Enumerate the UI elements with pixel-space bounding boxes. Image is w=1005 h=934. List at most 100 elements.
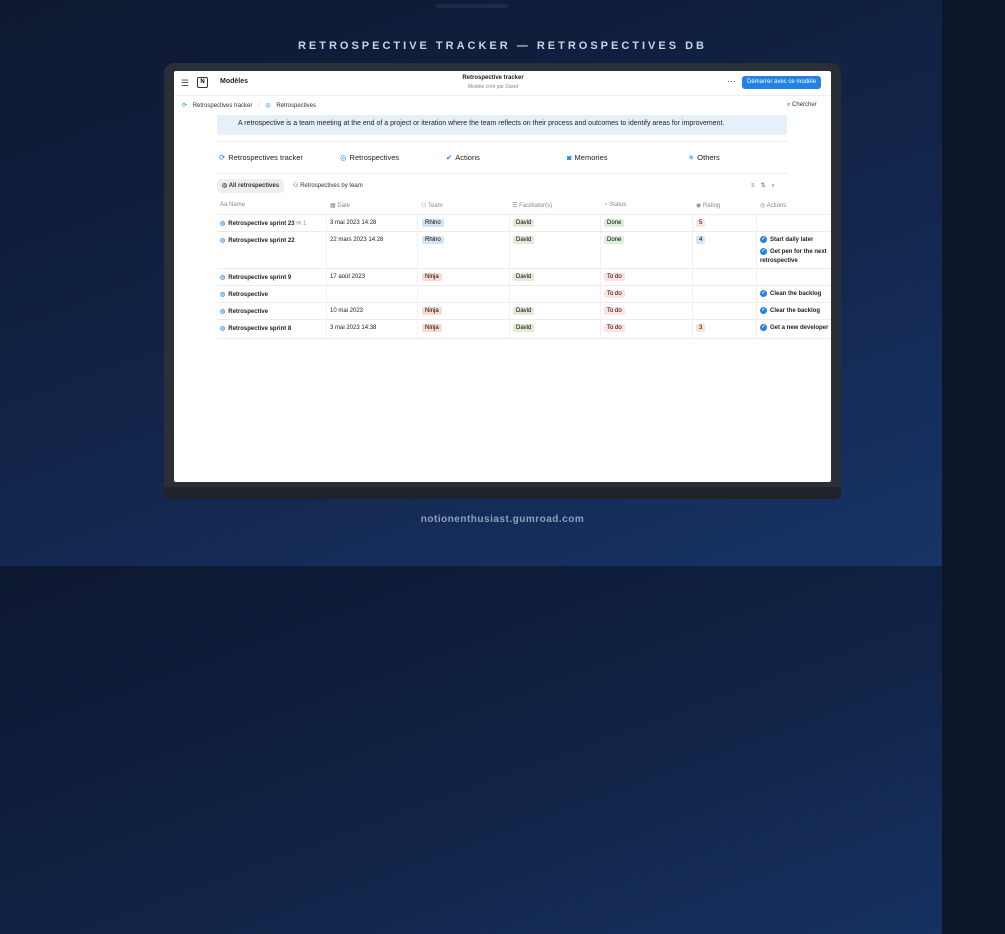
- calendar-icon: ▦: [330, 203, 336, 209]
- start-template-button[interactable]: Démarrer avec ce modèle: [742, 76, 822, 89]
- row-date: 17 août 2023: [330, 274, 366, 280]
- row-date: 3 mai 2023 14:38: [330, 325, 377, 331]
- retro-icon: ◎: [340, 153, 347, 162]
- row-name[interactable]: ◎ Retrospective sprint 22: [220, 237, 295, 244]
- footer-url: notionenthusiast.gumroad.com: [420, 514, 585, 525]
- models-link[interactable]: Modèles: [220, 78, 248, 85]
- relation-icon: ◎: [760, 203, 766, 209]
- nav-memories[interactable]: ◙ Memories: [567, 153, 607, 162]
- team-icon: ⚇: [421, 203, 427, 209]
- filter-icon[interactable]: ≡: [751, 183, 761, 189]
- comment-count: ✉ 1: [296, 221, 307, 227]
- callout: A retrospective is a team meeting at the…: [217, 115, 787, 135]
- col-name[interactable]: Aa Name: [220, 202, 245, 208]
- rating-badge: 3: [696, 324, 706, 332]
- facilitator-tag: David: [513, 236, 535, 244]
- retro-icon: ◎: [220, 275, 226, 281]
- retro-icon: ◎: [220, 309, 226, 315]
- facilitator-tag: David: [513, 219, 535, 227]
- status-badge: To do: [604, 290, 625, 298]
- list-icon: ☰: [512, 203, 518, 209]
- row-date: 22 mars 2023 14:28: [330, 237, 384, 243]
- action-item-label: Clear the backlog: [770, 308, 821, 315]
- nav-tracker[interactable]: ⟳ Retrospectives tracker: [219, 153, 303, 162]
- row-name[interactable]: ◎ Retrospective: [220, 308, 268, 315]
- sort-icon[interactable]: ⇅: [761, 183, 772, 189]
- row-name-text: Retrospective sprint 9: [228, 275, 292, 281]
- col-rating-label: Rating: [702, 203, 721, 209]
- col-status[interactable]: ◔ Status: [604, 202, 626, 208]
- retro-icon: ◎: [220, 292, 226, 298]
- row-name[interactable]: ◎ Retrospective: [220, 291, 268, 298]
- tracker-icon: ⟳: [219, 153, 226, 162]
- menu-icon[interactable]: ☰: [181, 78, 189, 89]
- check-icon: ✓: [760, 290, 767, 297]
- divider: [217, 173, 787, 174]
- column-divider: [417, 215, 418, 339]
- search-icon: ⌕: [787, 102, 791, 108]
- nav-actions[interactable]: ✔ Actions: [446, 153, 480, 162]
- action-item-label: Get pen for the next retrospective: [760, 249, 827, 265]
- table-row[interactable]: ◎ Retrospective 10 mai 2023 Ninja David T…: [217, 302, 831, 320]
- tab-retros-by-team[interactable]: ⚇ Retrospectives by team: [293, 179, 363, 193]
- search-button[interactable]: ⌕ Chercher: [787, 102, 817, 109]
- status-icon: ◔: [604, 202, 608, 208]
- tab-all-label: All retrospectives: [228, 183, 280, 189]
- team-tag: Rhino: [422, 219, 444, 227]
- rating-icon: ◉: [696, 203, 702, 209]
- row-name-text: Retrospective sprint 23: [228, 221, 295, 227]
- action-item[interactable]: ✓ Start daily later: [760, 236, 831, 245]
- template-subtitle: Modèle créé par David: [467, 84, 519, 90]
- nav-others[interactable]: ✳ Others: [688, 153, 720, 162]
- action-item-label: Start daily later: [770, 237, 814, 244]
- row-name-text: Retrospective: [228, 309, 268, 315]
- more-options-icon[interactable]: ···: [727, 76, 736, 86]
- check-icon: ✓: [760, 248, 767, 255]
- row-date: 3 mai 2023 14:28: [330, 220, 377, 226]
- row-name[interactable]: ◎ Retrospective sprint 23 ✉ 1: [220, 220, 306, 227]
- row-name[interactable]: ◎ Retrospective sprint 8: [220, 325, 291, 332]
- status-badge: To do: [604, 273, 625, 281]
- row-name[interactable]: ◎ Retrospective sprint 9: [220, 274, 291, 281]
- tracker-icon: ⟳: [182, 103, 188, 109]
- col-actions[interactable]: ◎ Actions: [760, 202, 786, 209]
- action-item[interactable]: ✓ Clear the backlog: [760, 307, 831, 316]
- row-name-text: Retrospective: [228, 292, 268, 298]
- app-screen: ☰ N Modèles Retrospective tracker Modèle…: [174, 71, 831, 482]
- view-tools: ≡⇅⌕: [751, 182, 781, 190]
- col-actions-label: Actions: [766, 203, 787, 209]
- tab-all-retrospectives[interactable]: ◎ All retrospectives: [217, 179, 285, 193]
- action-item[interactable]: ✓ Get a new developer: [760, 324, 831, 333]
- table-row[interactable]: ◎ Retrospective sprint 8 3 mai 2023 14:38…: [217, 319, 831, 339]
- nav-retrospectives[interactable]: ◎ Retrospectives: [340, 153, 399, 162]
- table-row[interactable]: ◎ Retrospective sprint 22 22 mars 2023 14…: [217, 231, 831, 269]
- notion-logo-icon[interactable]: N: [197, 77, 208, 88]
- action-item-label: Get a new developer: [770, 325, 829, 332]
- table-row[interactable]: ◎ Retrospective To do ✓ Clean the backlog: [217, 285, 831, 303]
- team-icon: ⚇: [293, 183, 299, 189]
- status-badge: To do: [604, 324, 625, 332]
- col-rating[interactable]: ◉ Rating: [696, 202, 720, 209]
- status-badge: Done: [604, 236, 625, 244]
- col-facilitator[interactable]: ☰ Facilitator(s): [512, 202, 552, 209]
- retro-icon: ◎: [220, 326, 226, 332]
- action-item-label: Clean the backlog: [770, 291, 822, 298]
- nav-memories-label: Memories: [574, 153, 608, 162]
- breadcrumb-item-retros[interactable]: Retrospectives: [276, 103, 316, 109]
- right-strip: [942, 0, 1005, 934]
- action-item[interactable]: ✓ Get pen for the next retrospective: [760, 248, 831, 266]
- camera-icon: ◙: [567, 153, 572, 162]
- nav-others-label: Others: [697, 153, 720, 162]
- search-icon[interactable]: ⌕: [772, 183, 781, 189]
- table-row[interactable]: ◎ Retrospective sprint 9 17 août 2023 Nin…: [217, 268, 831, 286]
- table-row[interactable]: ◎ Retrospective sprint 23 ✉ 1 3 mai 2023 …: [217, 214, 831, 232]
- col-facilitator-label: Facilitator(s): [519, 203, 553, 209]
- breadcrumb-separator: /: [258, 103, 260, 109]
- column-divider: [692, 215, 693, 339]
- col-team[interactable]: ⚇ Team: [421, 202, 443, 209]
- col-date[interactable]: ▦ Date: [330, 202, 350, 209]
- headline: RETROSPECTIVE TRACKER — RETROSPECTIVES D…: [297, 40, 708, 52]
- row-name-text: Retrospective sprint 22: [228, 238, 295, 244]
- breadcrumb-item-tracker[interactable]: Retrospectives tracker: [193, 103, 253, 109]
- action-item[interactable]: ✓ Clean the backlog: [760, 290, 831, 299]
